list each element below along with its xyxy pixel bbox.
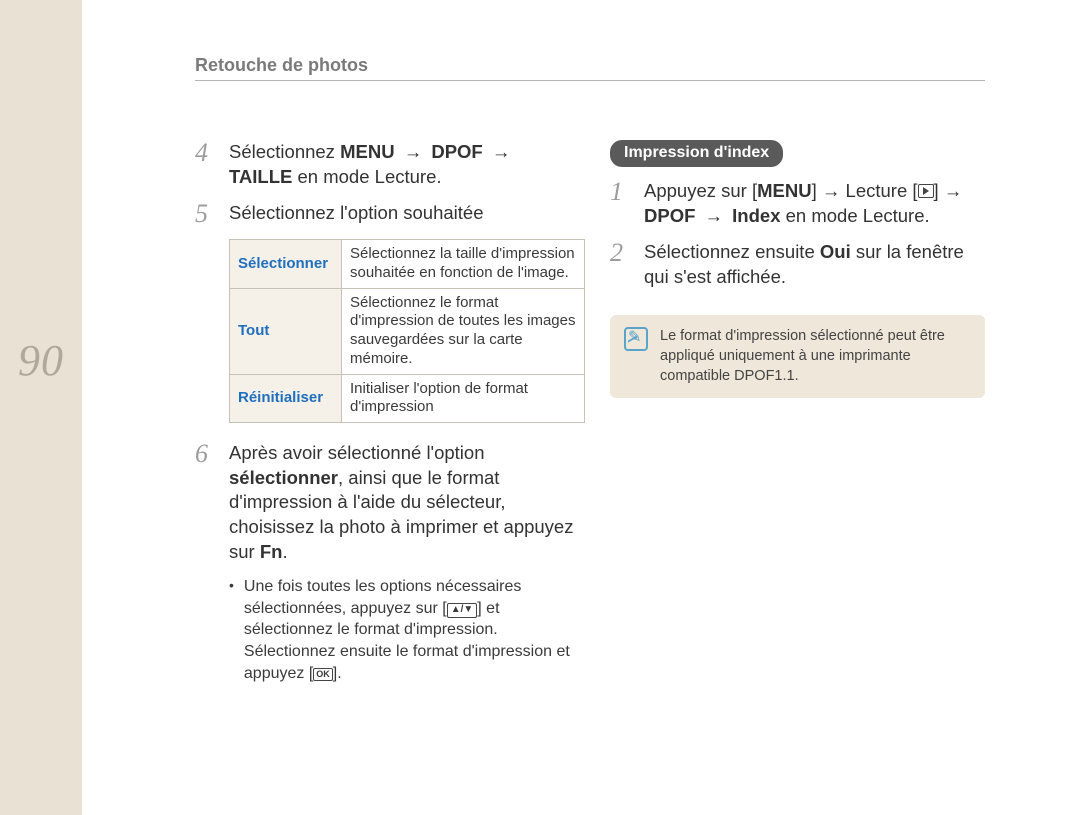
option-label: Sélectionner: [230, 240, 342, 289]
section-header: Retouche de photos: [195, 55, 368, 76]
options-table: Sélectionner Sélectionnez la taille d'im…: [229, 239, 585, 423]
step-number: 4: [195, 140, 215, 189]
bullet-text: Une fois toutes les options nécessaires …: [244, 576, 575, 684]
content-columns: 4 Sélectionnez MENU → DPOF → TAILLE en m…: [195, 140, 985, 684]
note-box: Le format d'impression sélectionné peut …: [610, 315, 985, 398]
table-row: Réinitialiser Initialiser l'option de fo…: [230, 374, 585, 423]
note-icon: [624, 327, 648, 351]
left-side-band: [0, 0, 82, 815]
step-text: Après avoir sélectionné l'option sélecti…: [229, 441, 575, 564]
step-text: Sélectionnez ensuite Oui sur la fenêtre …: [644, 240, 985, 289]
step-2: 2 Sélectionnez ensuite Oui sur la fenêtr…: [610, 240, 985, 289]
step-text: Appuyez sur [MENU] → Lecture [] → DPOF →…: [644, 179, 985, 228]
step-number: 6: [195, 441, 215, 564]
table-row: Tout Sélectionnez le format d'impression…: [230, 288, 585, 374]
option-desc: Sélectionnez le format d'impression de t…: [342, 288, 585, 374]
option-desc: Initialiser l'option de format d'impress…: [342, 374, 585, 423]
step-number: 1: [610, 179, 630, 228]
option-label: Tout: [230, 288, 342, 374]
left-column: 4 Sélectionnez MENU → DPOF → TAILLE en m…: [195, 140, 575, 684]
subsection-pill: Impression d'index: [610, 140, 783, 167]
ok-button-icon: OK: [313, 668, 333, 681]
step-5: 5 Sélectionnez l'option souhaitée: [195, 201, 575, 227]
step-number: 5: [195, 201, 215, 227]
note-text: Le format d'impression sélectionné peut …: [660, 327, 971, 386]
sub-bullet: • Une fois toutes les options nécessaire…: [229, 576, 575, 684]
step-text: Sélectionnez MENU → DPOF → TAILLE en mod…: [229, 140, 575, 189]
header-rule: [195, 80, 985, 81]
table-row: Sélectionner Sélectionnez la taille d'im…: [230, 240, 585, 289]
step-1: 1 Appuyez sur [MENU] → Lecture [] → DPOF…: [610, 179, 985, 228]
bullet-dot: •: [229, 576, 234, 684]
option-desc: Sélectionnez la taille d'impression souh…: [342, 240, 585, 289]
playback-icon: [918, 184, 934, 198]
step-number: 2: [610, 240, 630, 289]
up-down-arrows-icon: ▲/▼: [447, 603, 478, 618]
page-number: 90: [18, 335, 64, 386]
step-4: 4 Sélectionnez MENU → DPOF → TAILLE en m…: [195, 140, 575, 189]
manual-page: 90 Retouche de photos 4 Sélectionnez MEN…: [0, 0, 1080, 815]
step-6: 6 Après avoir sélectionné l'option sélec…: [195, 441, 575, 564]
option-label: Réinitialiser: [230, 374, 342, 423]
step-text: Sélectionnez l'option souhaitée: [229, 201, 484, 227]
right-column: Impression d'index 1 Appuyez sur [MENU] …: [610, 140, 985, 684]
